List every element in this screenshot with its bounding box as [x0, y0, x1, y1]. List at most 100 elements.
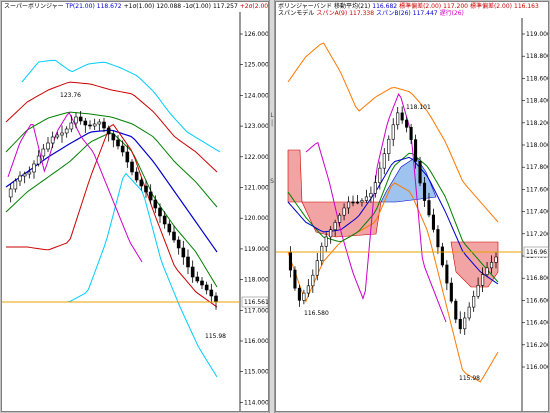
right-candle — [463, 317, 467, 330]
left-candle — [176, 239, 181, 249]
right-tick-label: 118.400 — [526, 98, 548, 105]
right-tick-label: 117.600 — [526, 186, 548, 193]
left-candle — [78, 116, 83, 122]
left-tick-label: 119.000 — [244, 246, 268, 253]
middle-line — [5, 129, 218, 253]
left-candle — [97, 121, 102, 125]
left-candle — [60, 132, 64, 136]
left-tick-label: 123.000 — [244, 123, 268, 130]
right-candle — [333, 222, 337, 230]
splitter-line-icon: │ — [270, 120, 274, 127]
right-candle — [449, 282, 453, 302]
left-candle — [116, 139, 120, 147]
right-candle — [329, 229, 333, 238]
right-candle — [302, 292, 306, 301]
left-candle — [148, 191, 153, 201]
bollinger-span-chart-pane[interactable]: ボリンジャーバンド 移動平均(21) 116.682 標準偏差(2.00) 117.20… — [275, 1, 549, 412]
right-candle — [288, 251, 293, 271]
right-candle — [360, 200, 364, 203]
left-candle — [186, 256, 190, 268]
right-candle — [454, 300, 458, 320]
left-tick-label: 118.000 — [244, 277, 268, 284]
left-tick-label: 114.000 — [244, 399, 268, 406]
left-chart-canvas[interactable]: 126.000 125.000 124.000 123.000 122.000 121.0… — [2, 2, 268, 411]
right-tick-label: 117.800 — [526, 164, 548, 171]
right-candle — [472, 295, 476, 308]
right-candle — [306, 285, 310, 294]
right-tick-label: 116.000 — [526, 364, 548, 371]
right-candle — [485, 267, 489, 275]
right-candle — [494, 256, 498, 263]
right-candle — [436, 229, 440, 248]
left-price-badge-label: 116.561 — [244, 299, 268, 306]
left-low-label: 115.98 — [205, 333, 226, 340]
left-candle — [214, 295, 218, 303]
right-tick-label: 118.600 — [526, 75, 548, 82]
right-tick-label: 116.400 — [526, 320, 548, 327]
right-candle — [400, 112, 404, 121]
right-candle — [422, 182, 427, 201]
lagging-line — [7, 112, 143, 263]
right-candle — [355, 201, 360, 204]
span-cloud-blue — [380, 156, 437, 203]
left-candle — [200, 280, 204, 286]
right-candle — [427, 200, 431, 216]
left-candle — [120, 145, 125, 153]
left-candle — [74, 116, 78, 124]
right-candle — [405, 119, 409, 128]
right-candle — [481, 274, 485, 286]
right-candle — [467, 306, 471, 319]
right-tick-label: 118.200 — [526, 120, 548, 127]
left-candle — [92, 123, 97, 127]
right-candle — [445, 264, 449, 284]
left-candle — [13, 180, 18, 190]
left-tick-label: 125.000 — [244, 62, 268, 69]
right-candle — [440, 246, 444, 266]
left-candle — [36, 155, 41, 165]
right-candle — [489, 262, 494, 269]
splitter-mark-s: S — [270, 178, 274, 185]
right-chart-canvas[interactable]: 119.000 118.800 118.600 118.400 118.200 118.0… — [276, 2, 548, 411]
left-candle — [32, 163, 36, 173]
right-mid-label: 116.580 — [304, 310, 329, 317]
right-candle — [373, 182, 377, 194]
left-tick-label: 122.000 — [244, 154, 268, 161]
left-high-label: 123.76 — [60, 92, 81, 99]
lower-2-sigma-line — [6, 123, 218, 308]
right-candle — [297, 287, 301, 301]
left-candle — [167, 223, 172, 233]
right-candle — [476, 285, 480, 297]
left-candle — [83, 120, 88, 126]
right-tick-label: 116.800 — [526, 275, 548, 282]
left-candle — [130, 161, 134, 173]
left-candle — [158, 207, 162, 217]
right-high-label: 118.101 — [406, 104, 431, 111]
left-candle — [134, 171, 139, 181]
left-candle — [18, 175, 22, 182]
lower-3-sigma-line — [32, 172, 218, 378]
right-candle — [414, 139, 418, 162]
right-candle — [431, 214, 435, 230]
right-candle — [387, 138, 391, 155]
right-candle — [409, 127, 413, 140]
right-candle — [369, 192, 373, 198]
right-candle — [347, 201, 351, 209]
left-candle — [195, 276, 200, 282]
left-tick-label: 116.000 — [244, 338, 268, 345]
left-candle — [209, 289, 214, 297]
right-tick-label: 119.000 — [526, 31, 548, 38]
right-candle — [311, 274, 315, 287]
right-candle — [364, 196, 368, 201]
left-candle — [139, 179, 144, 187]
left-candle — [162, 215, 167, 225]
right-candle — [378, 167, 382, 183]
super-bollinger-chart-pane[interactable]: スーパーボリンジャー TP(21.00) 118.672 +1σ(1.00) 120.0… — [1, 1, 269, 412]
left-candle — [190, 266, 195, 278]
left-tick-label: 120.000 — [244, 215, 268, 222]
right-candle — [324, 236, 328, 247]
right-candle — [418, 161, 422, 184]
right-candle — [338, 214, 342, 223]
left-candle — [41, 148, 46, 157]
left-candle — [69, 122, 74, 130]
left-candle — [8, 188, 13, 198]
